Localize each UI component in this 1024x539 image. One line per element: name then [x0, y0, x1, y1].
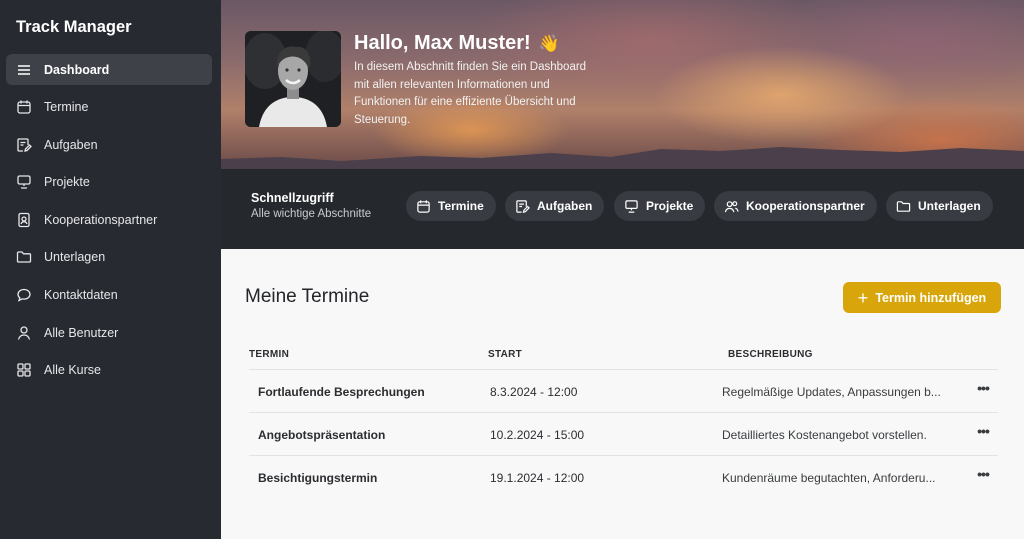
- grid-icon: [16, 362, 32, 378]
- quick-chip-label: Kooperationspartner: [746, 199, 865, 213]
- table-row[interactable]: Angebotspräsentation 10.2.2024 - 15:00 D…: [249, 412, 998, 456]
- greeting-text: Hallo, Max Muster!: [354, 32, 531, 54]
- sidebar-item-label: Kooperationspartner: [44, 212, 158, 227]
- hero-banner: Hallo, Max Muster! 👋 In diesem Abschnitt …: [221, 0, 1024, 169]
- folder-icon: [16, 249, 32, 265]
- appointment-title: Fortlaufende Besprechungen: [258, 385, 425, 399]
- quick-chip-label: Unterlagen: [918, 199, 981, 213]
- sidebar-item-aufgaben[interactable]: Aufgaben: [6, 129, 212, 160]
- quick-chip-unterlagen[interactable]: Unterlagen: [886, 191, 993, 221]
- quick-chip-label: Projekte: [646, 199, 694, 213]
- greeting-heading: Hallo, Max Muster! 👋: [354, 32, 560, 55]
- sidebar-item-kooperationspartner[interactable]: Kooperationspartner: [6, 204, 212, 235]
- sidebar-item-label: Alle Kurse: [44, 363, 101, 378]
- plus-icon: +: [857, 287, 869, 308]
- quick-chip-termine[interactable]: Termine: [406, 191, 496, 221]
- quick-chip-kooperationspartner[interactable]: Kooperationspartner: [714, 191, 877, 221]
- sidebar: Track Manager Dashboard Termine Aufgaben…: [0, 0, 221, 539]
- app-title: Track Manager: [16, 18, 132, 36]
- quick-access-subtitle: Alle wichtige Abschnitte: [251, 208, 372, 220]
- more-options-icon[interactable]: •••: [973, 423, 993, 443]
- appointment-title: Angebotspräsentation: [258, 428, 386, 442]
- page-title: Meine Termine: [245, 286, 370, 307]
- column-header-termin[interactable]: TERMIN: [249, 349, 289, 360]
- sidebar-item-kontaktdaten[interactable]: Kontaktdaten: [6, 280, 212, 311]
- chat-bubble-icon: [16, 287, 32, 303]
- sidebar-item-label: Projekte: [44, 175, 90, 190]
- quick-access-bar: Schnellzugriff Alle wichtige Abschnitte …: [221, 169, 1024, 249]
- mountain-silhouette: [221, 147, 1024, 169]
- quick-access-title: Schnellzugriff: [251, 191, 334, 205]
- calendar-icon: [416, 199, 431, 214]
- sidebar-item-dashboard[interactable]: Dashboard: [6, 54, 212, 85]
- sidebar-item-projekte[interactable]: Projekte: [6, 167, 212, 198]
- folder-icon: [896, 199, 911, 214]
- sidebar-item-label: Unterlagen: [44, 250, 106, 265]
- appointment-start: 19.1.2024 - 12:00: [490, 471, 585, 485]
- hero-description: In diesem Abschnitt finden Sie ein Dashb…: [354, 61, 587, 126]
- quick-chip-label: Termine: [438, 199, 484, 213]
- presentation-icon: [16, 174, 32, 190]
- sidebar-item-alle-benutzer[interactable]: Alle Benutzer: [6, 317, 212, 348]
- sidebar-item-label: Aufgaben: [44, 137, 98, 152]
- edit-note-icon: [515, 199, 530, 214]
- sidebar-item-unterlagen[interactable]: Unterlagen: [6, 242, 212, 273]
- column-header-start[interactable]: START: [488, 349, 522, 360]
- presentation-icon: [624, 199, 639, 214]
- sidebar-item-label: Alle Benutzer: [44, 325, 119, 340]
- table-row[interactable]: Besichtigungstermin 19.1.2024 - 12:00 Ku…: [249, 455, 998, 499]
- sidebar-item-alle-kurse[interactable]: Alle Kurse: [6, 355, 212, 386]
- calendar-icon: [16, 99, 32, 115]
- sidebar-item-label: Kontaktdaten: [44, 288, 118, 303]
- waving-hand-icon: 👋: [538, 34, 560, 53]
- sidebar-item-label: Dashboard: [44, 62, 110, 77]
- appointment-start: 10.2.2024 - 15:00: [490, 428, 585, 442]
- avatar: [245, 31, 341, 127]
- appointment-start: 8.3.2024 - 12:00: [490, 385, 578, 399]
- add-appointment-button[interactable]: + Termin hinzufügen: [843, 282, 1001, 313]
- sidebar-item-label: Termine: [44, 100, 89, 115]
- user-icon: [16, 325, 32, 341]
- appointments-section: Meine Termine + Termin hinzufügen TERMIN…: [221, 249, 1024, 539]
- column-header-beschreibung[interactable]: BESCHREIBUNG: [728, 349, 813, 360]
- appointment-title: Besichtigungstermin: [258, 471, 378, 485]
- more-options-icon[interactable]: •••: [973, 466, 993, 486]
- appointment-description: Kundenräume begutachten, Anforderu...: [722, 471, 936, 485]
- more-options-icon[interactable]: •••: [973, 380, 993, 400]
- appointment-description: Regelmäßige Updates, Anpassungen b...: [722, 385, 941, 399]
- quick-chip-projekte[interactable]: Projekte: [614, 191, 706, 221]
- sidebar-item-termine[interactable]: Termine: [6, 92, 212, 123]
- appointment-description: Detailliertes Kostenangebot vorstellen.: [722, 428, 927, 442]
- contact-card-icon: [16, 212, 32, 228]
- quick-chip-label: Aufgaben: [537, 199, 593, 213]
- users-icon: [724, 199, 739, 214]
- menu-icon: [16, 62, 32, 78]
- quick-chip-aufgaben[interactable]: Aufgaben: [505, 191, 605, 221]
- edit-note-icon: [16, 137, 32, 153]
- table-row[interactable]: Fortlaufende Besprechungen 8.3.2024 - 12…: [249, 369, 998, 413]
- sidebar-nav: Dashboard Termine Aufgaben Projekte Koop…: [6, 54, 212, 392]
- add-appointment-label: Termin hinzufügen: [875, 290, 987, 305]
